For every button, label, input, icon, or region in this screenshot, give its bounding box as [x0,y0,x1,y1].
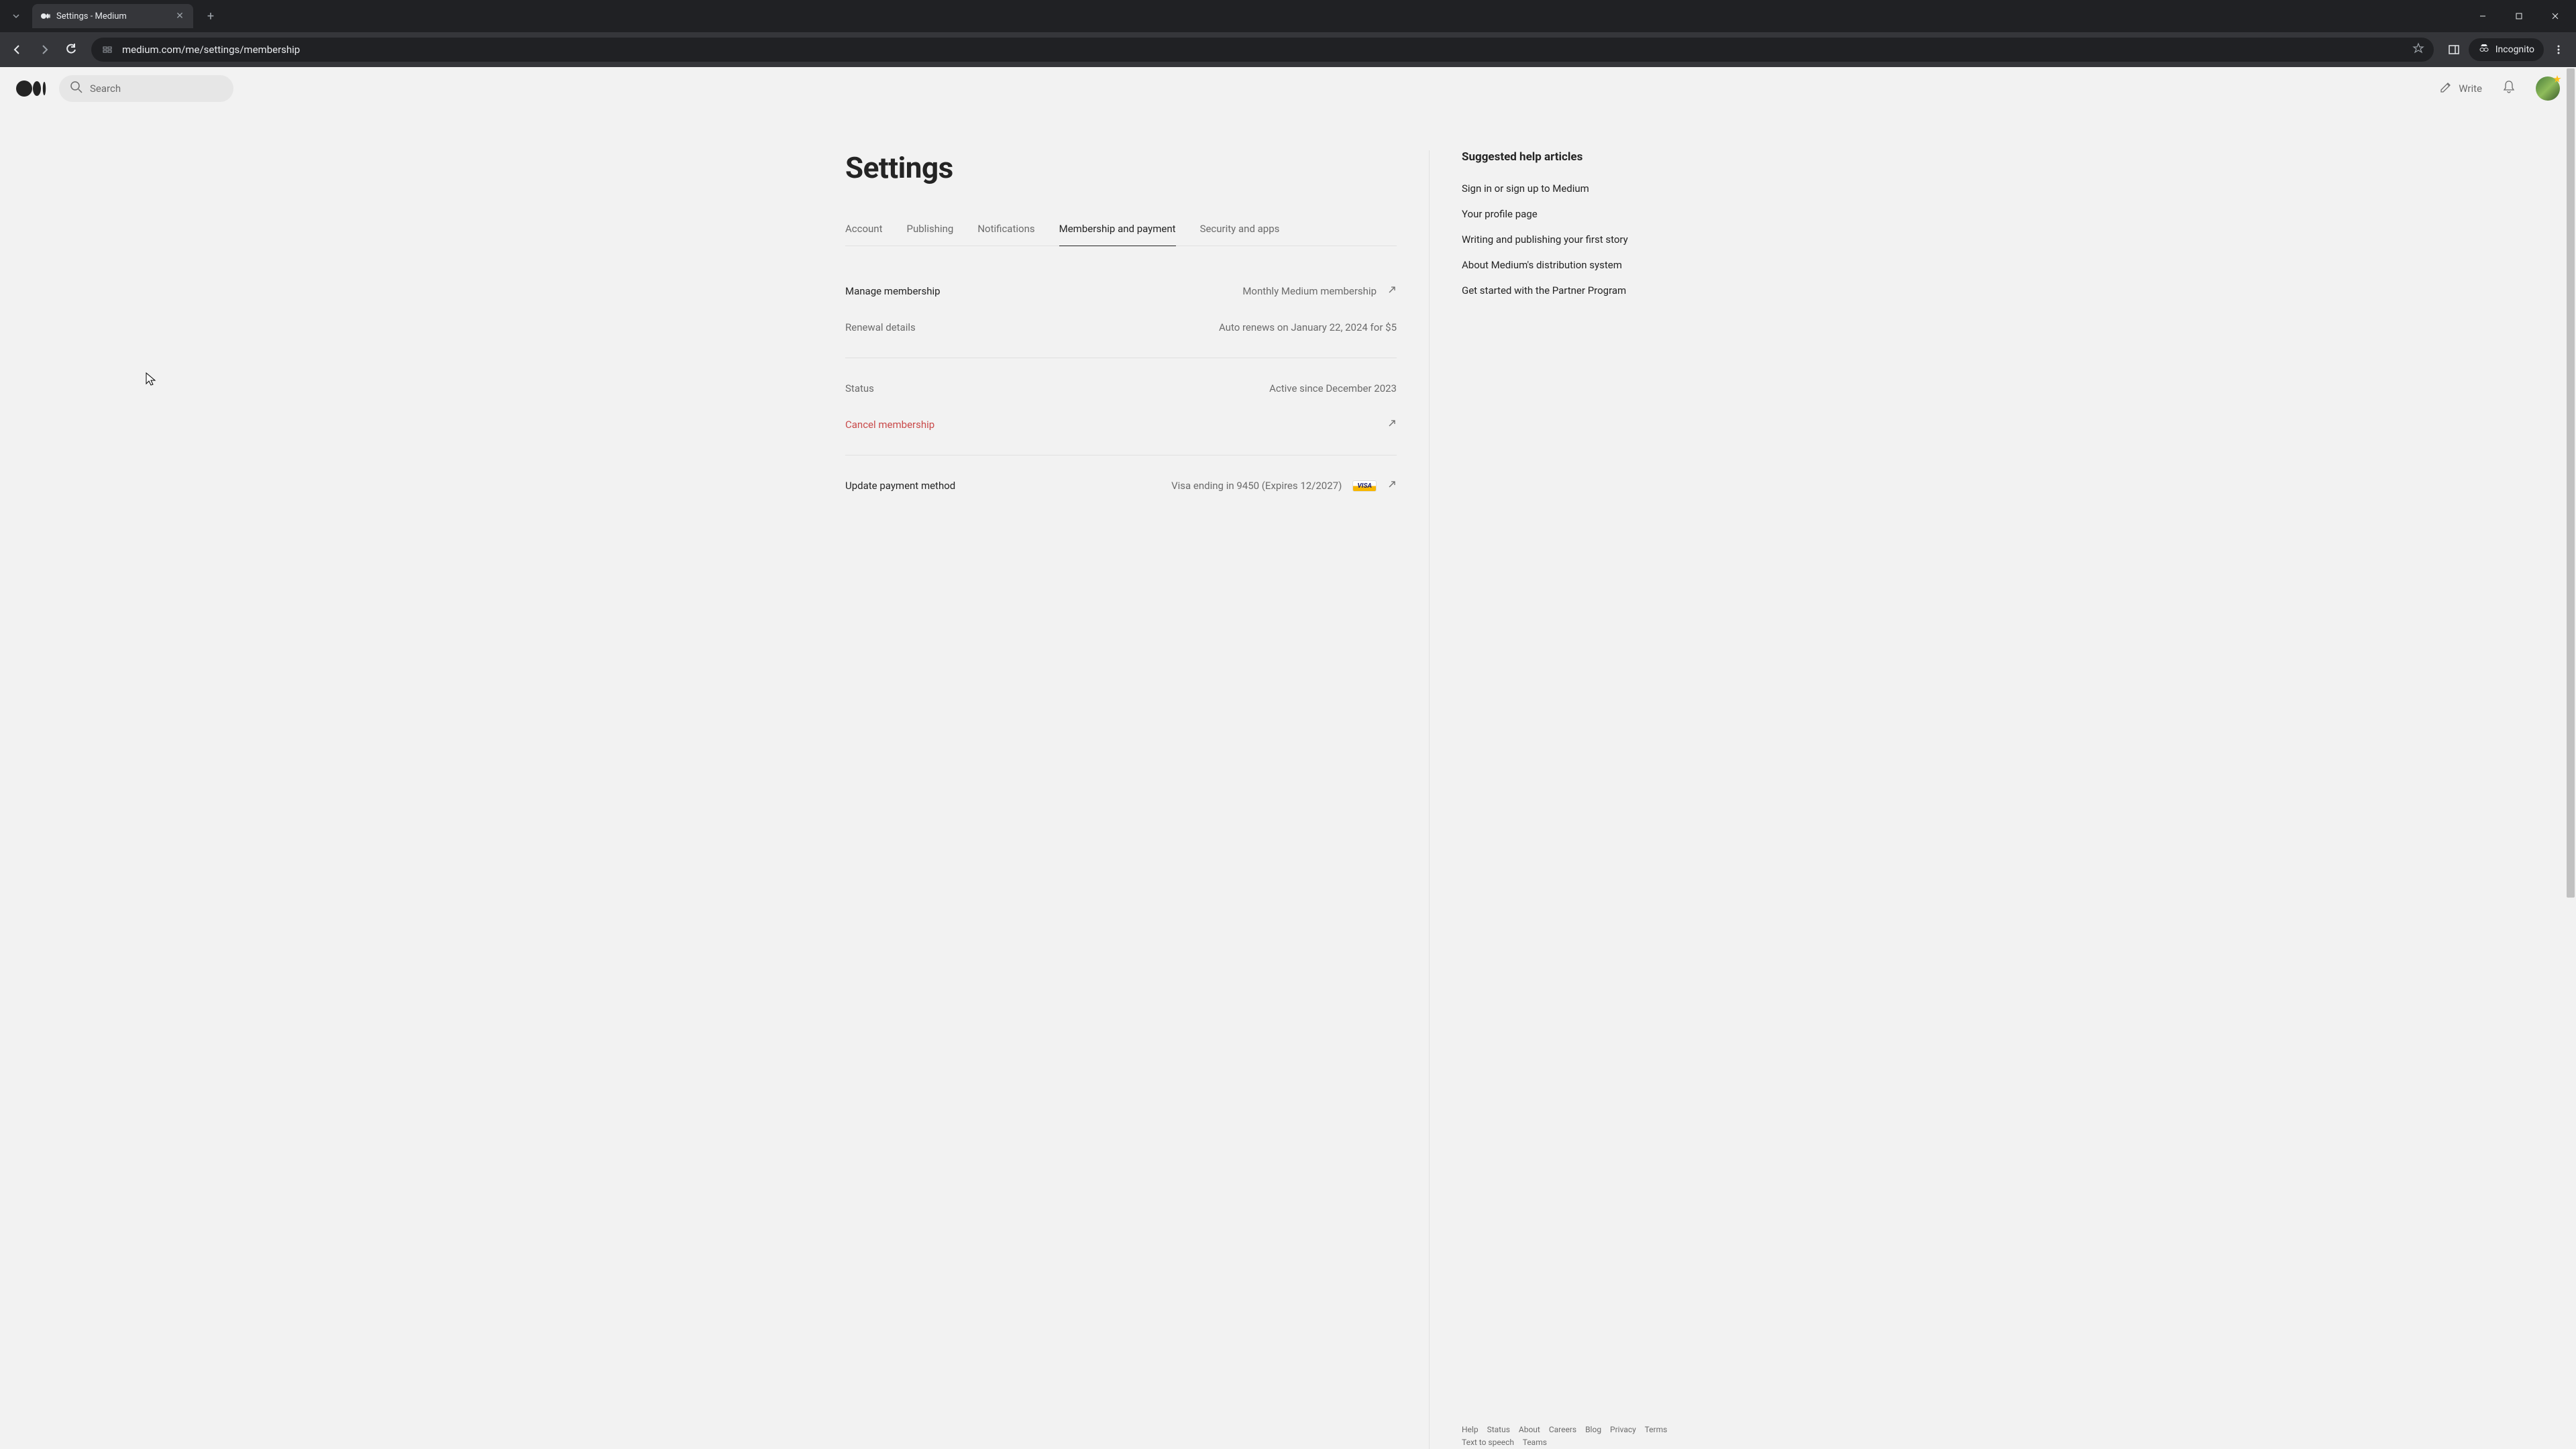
footer-link[interactable]: About [1519,1425,1540,1434]
manage-membership-row[interactable]: Manage membership Monthly Medium members… [845,273,1397,309]
scrollbar-thumb[interactable] [2567,68,2575,898]
update-payment-row[interactable]: Update payment method Visa ending in 945… [845,468,1397,504]
footer-link[interactable]: Status [1487,1425,1510,1434]
medium-header: Search Write [0,67,2576,110]
help-link[interactable]: Your profile page [1462,208,1731,220]
renewal-details-row: Renewal details Auto renews on January 2… [845,309,1397,345]
visa-badge: VISA [1352,480,1377,492]
footer-links: Help Status About Careers Blog Privacy T… [1462,1424,1674,1449]
sidebar-title: Suggested help articles [1462,150,1731,164]
browser-tab[interactable]: Settings - Medium ✕ [32,4,193,28]
tab-publishing[interactable]: Publishing [907,223,954,246]
medium-logo-icon[interactable] [16,79,48,98]
footer-link[interactable]: Help [1462,1425,1479,1434]
tab-account[interactable]: Account [845,223,883,246]
site-info-icon[interactable] [101,43,114,56]
avatar[interactable] [2536,76,2560,101]
browser-tab-bar: Settings - Medium ✕ + [0,0,2576,32]
external-link-icon [1387,285,1397,297]
new-tab-button[interactable]: + [201,7,220,25]
address-bar[interactable]: medium.com/me/settings/membership [91,38,2434,62]
footer-link[interactable]: Teams [1523,1438,1547,1447]
external-link-icon [1387,480,1397,492]
maximize-button[interactable] [2504,5,2534,27]
status-row: Status Active since December 2023 [845,370,1397,407]
page-title: Settings [845,150,1397,185]
close-window-button[interactable] [2540,5,2571,27]
close-tab-icon[interactable]: ✕ [174,11,185,21]
footer-link[interactable]: Text to speech [1462,1438,1514,1447]
cancel-membership-row[interactable]: Cancel membership [845,407,1397,443]
search-input[interactable]: Search [59,75,233,102]
search-placeholder: Search [90,83,121,95]
footer-link[interactable]: Privacy [1610,1425,1636,1434]
payment-value: Visa ending in 9450 (Expires 12/2027) [1171,480,1342,492]
incognito-label: Incognito [2496,44,2534,55]
notifications-icon[interactable] [2501,79,2517,98]
tab-membership[interactable]: Membership and payment [1059,223,1176,246]
side-panel-icon[interactable] [2442,38,2466,62]
update-payment-label: Update payment method [845,480,955,492]
tab-search-dropdown[interactable] [5,5,27,27]
tab-title: Settings - Medium [56,11,127,21]
settings-tabs: Account Publishing Notifications Members… [845,223,1397,246]
manage-membership-label: Manage membership [845,285,941,297]
renewal-label: Renewal details [845,321,916,333]
minimize-button[interactable] [2467,5,2498,27]
footer-link[interactable]: Careers [1549,1425,1576,1434]
tab-security[interactable]: Security and apps [1200,223,1280,246]
write-icon [2438,80,2453,97]
tab-notifications[interactable]: Notifications [977,223,1034,246]
forward-button[interactable] [32,38,56,62]
browser-toolbar: medium.com/me/settings/membership Incogn… [0,32,2576,67]
browser-menu-icon[interactable] [2546,38,2571,62]
help-link[interactable]: Get started with the Partner Program [1462,284,1731,297]
back-button[interactable] [5,38,30,62]
search-icon [70,80,83,97]
cancel-membership-label: Cancel membership [845,419,934,431]
url-text: medium.com/me/settings/membership [122,44,300,56]
help-link[interactable]: About Medium's distribution system [1462,259,1731,271]
status-label: Status [845,382,874,394]
footer-link[interactable]: Terms [1645,1425,1668,1434]
scrollbar[interactable] [2565,67,2576,1449]
renewal-value: Auto renews on January 22, 2024 for $5 [1219,321,1397,333]
incognito-icon [2478,42,2490,57]
write-label: Write [2459,83,2482,95]
page-content: Search Write Settings Account Publishing… [0,67,2576,1449]
write-button[interactable]: Write [2438,80,2482,97]
medium-favicon-icon [40,11,51,21]
manage-membership-value: Monthly Medium membership [1242,285,1377,297]
status-value: Active since December 2023 [1269,382,1397,394]
external-link-icon [1387,419,1397,431]
incognito-indicator[interactable]: Incognito [2469,38,2544,61]
bookmark-icon[interactable] [2412,42,2424,57]
footer-link[interactable]: Blog [1585,1425,1601,1434]
help-link[interactable]: Sign in or sign up to Medium [1462,182,1731,195]
reload-button[interactable] [59,38,83,62]
help-link[interactable]: Writing and publishing your first story [1462,233,1731,246]
